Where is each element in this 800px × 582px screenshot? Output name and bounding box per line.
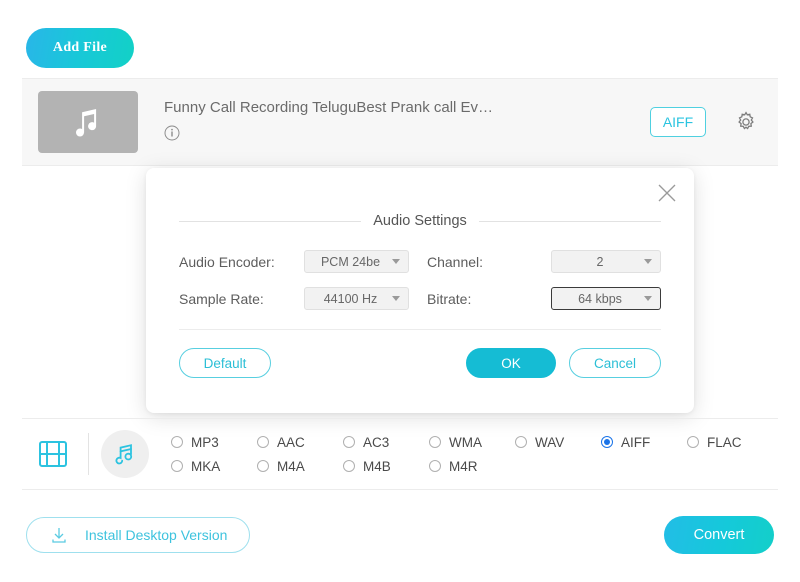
format-option-m4b[interactable]: M4B xyxy=(343,459,429,474)
format-option-aac[interactable]: AAC xyxy=(257,435,343,450)
file-list-item[interactable]: Funny Call Recording TeluguBest Prank ca… xyxy=(22,78,778,166)
dialog-title: Audio Settings xyxy=(373,213,467,229)
format-option-mp3[interactable]: MP3 xyxy=(171,435,257,450)
radio-icon xyxy=(343,436,355,448)
audio-settings-form: Audio Encoder: PCM 24be Channel: 2 Sampl… xyxy=(146,250,694,310)
format-option-wma[interactable]: WMA xyxy=(429,435,515,450)
format-label: WMA xyxy=(449,435,482,450)
audio-encoder-label: Audio Encoder: xyxy=(179,254,304,270)
default-button[interactable]: Default xyxy=(179,348,271,378)
output-format-label: AIFF xyxy=(663,114,693,130)
radio-icon xyxy=(429,460,441,472)
cancel-button[interactable]: Cancel xyxy=(569,348,661,378)
format-option-mka[interactable]: MKA xyxy=(171,459,257,474)
install-button-label: Install Desktop Version xyxy=(85,527,227,543)
format-radio-group: MP3 AAC AC3 WMA WAV AIFF FLAC MKA xyxy=(171,435,778,474)
file-name: Funny Call Recording TeluguBest Prank ca… xyxy=(164,99,650,116)
channel-label: Channel: xyxy=(424,254,551,270)
default-button-label: Default xyxy=(204,356,247,371)
sample-rate-label: Sample Rate: xyxy=(179,291,304,307)
add-file-button[interactable]: Add File xyxy=(26,28,134,68)
channel-value: 2 xyxy=(552,255,644,269)
file-thumbnail xyxy=(38,91,138,153)
format-label: AIFF xyxy=(621,435,650,450)
audio-encoder-select[interactable]: PCM 24be xyxy=(304,250,409,273)
radio-icon xyxy=(601,436,613,448)
install-desktop-version-button[interactable]: Install Desktop Version xyxy=(26,517,250,553)
format-label: FLAC xyxy=(707,435,742,450)
format-label: AAC xyxy=(277,435,305,450)
format-option-wav[interactable]: WAV xyxy=(515,435,601,450)
audio-encoder-value: PCM 24be xyxy=(305,255,392,269)
download-icon xyxy=(49,525,69,545)
bitrate-label: Bitrate: xyxy=(424,291,551,307)
ok-button[interactable]: OK xyxy=(466,348,556,378)
format-label: M4B xyxy=(363,459,391,474)
chevron-down-icon xyxy=(392,259,400,264)
title-rule-right xyxy=(479,221,661,222)
format-option-m4a[interactable]: M4A xyxy=(257,459,343,474)
top-toolbar: Add File xyxy=(0,0,800,78)
bitrate-select[interactable]: 64 kbps xyxy=(551,287,661,310)
file-info: Funny Call Recording TeluguBest Prank ca… xyxy=(164,99,650,146)
dialog-actions: Default OK Cancel xyxy=(146,348,694,378)
format-label: AC3 xyxy=(363,435,389,450)
sample-rate-select[interactable]: 44100 Hz xyxy=(304,287,409,310)
format-selector-panel: MP3 AAC AC3 WMA WAV AIFF FLAC MKA xyxy=(22,418,778,490)
radio-icon xyxy=(515,436,527,448)
format-option-flac[interactable]: FLAC xyxy=(687,435,773,450)
dialog-divider xyxy=(179,329,661,330)
cancel-button-label: Cancel xyxy=(594,356,636,371)
channel-select[interactable]: 2 xyxy=(551,250,661,273)
format-label: MP3 xyxy=(191,435,219,450)
gear-icon[interactable] xyxy=(734,110,758,134)
chevron-down-icon xyxy=(644,296,652,301)
film-strip-icon xyxy=(36,437,70,471)
ok-button-label: OK xyxy=(501,356,521,371)
output-format-button[interactable]: AIFF xyxy=(650,107,706,137)
format-option-ac3[interactable]: AC3 xyxy=(343,435,429,450)
add-file-label: Add File xyxy=(53,40,107,56)
radio-icon xyxy=(429,436,441,448)
info-icon[interactable] xyxy=(164,125,180,141)
chevron-down-icon xyxy=(392,296,400,301)
close-icon[interactable] xyxy=(654,180,680,206)
radio-icon xyxy=(171,436,183,448)
title-rule-left xyxy=(179,221,361,222)
radio-icon xyxy=(257,460,269,472)
radio-icon xyxy=(343,460,355,472)
format-label: M4R xyxy=(449,459,478,474)
format-option-m4r[interactable]: M4R xyxy=(429,459,515,474)
chevron-down-icon xyxy=(644,259,652,264)
radio-icon xyxy=(257,436,269,448)
format-label: M4A xyxy=(277,459,305,474)
bottom-bar: Install Desktop Version Convert xyxy=(0,505,800,565)
bitrate-value: 64 kbps xyxy=(552,292,644,306)
format-label: WAV xyxy=(535,435,564,450)
format-label: MKA xyxy=(191,459,220,474)
convert-button[interactable]: Convert xyxy=(664,516,774,554)
radio-icon xyxy=(171,460,183,472)
audio-category-tab[interactable] xyxy=(101,430,149,478)
radio-icon xyxy=(687,436,699,448)
convert-button-label: Convert xyxy=(694,527,745,543)
format-option-aiff[interactable]: AIFF xyxy=(601,435,687,450)
video-category-tab[interactable] xyxy=(22,437,84,471)
music-note-icon xyxy=(111,440,139,468)
dialog-title-row: Audio Settings xyxy=(146,213,694,229)
audio-settings-dialog: Audio Settings Audio Encoder: PCM 24be C… xyxy=(146,168,694,413)
category-divider xyxy=(88,433,89,475)
sample-rate-value: 44100 Hz xyxy=(305,292,392,306)
music-note-icon xyxy=(68,102,108,142)
